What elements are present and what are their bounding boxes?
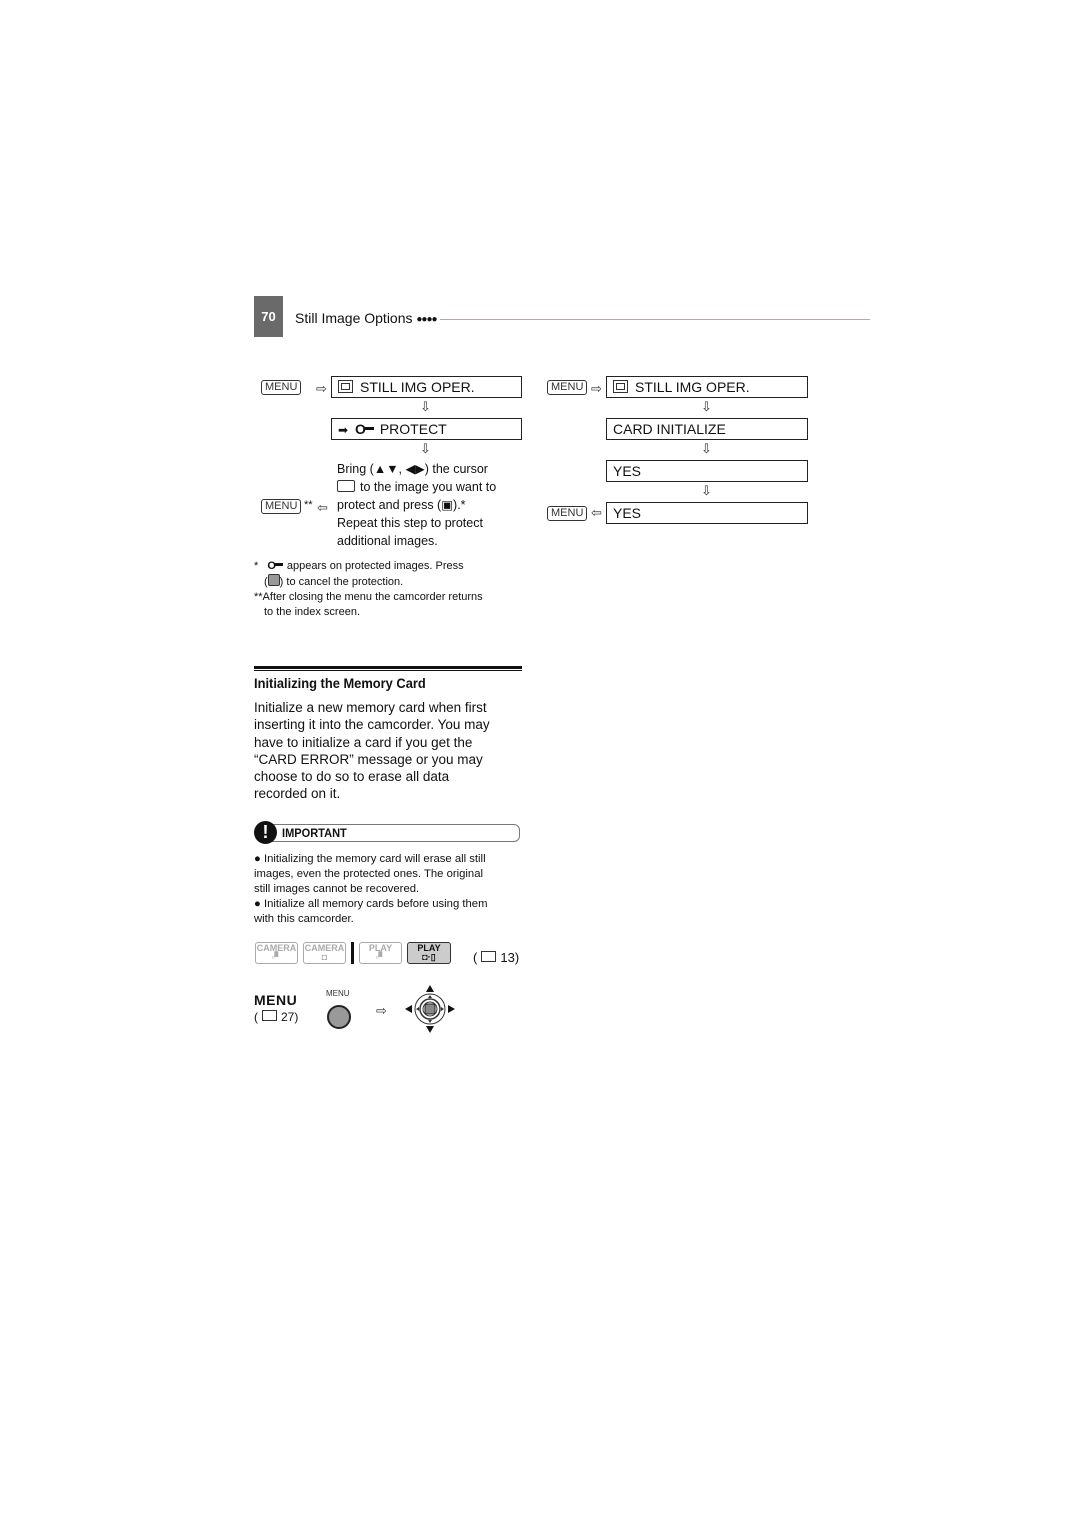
camera-icon: ◘ (321, 952, 328, 962)
arrow-right-icon: ⇨ (316, 381, 327, 396)
paragraph-line: have to initialize a card if you get the (254, 734, 473, 750)
exclamation-icon: ! (254, 821, 277, 844)
important-bullets: ● Initializing the memory card will eras… (254, 852, 534, 927)
instruction-line: Repeat this step to protect (337, 516, 483, 530)
arrow-down-icon: ⇩ (420, 441, 431, 456)
movie-icon: ▫▘ (271, 952, 282, 962)
paragraph-line: recorded on it. (254, 786, 341, 802)
flow-step-label: PROTECT (379, 421, 447, 437)
arrow-down-icon: ⇩ (420, 399, 431, 414)
important-label: IMPORTANT (282, 826, 347, 840)
footnote-2-line-1: **After closing the menu the camcorder r… (254, 591, 483, 603)
flow-box-yes-2: YES (606, 502, 808, 524)
arrow-right-icon: ⇨ (376, 1003, 387, 1018)
bullet-line: images, even the protected ones. The ori… (254, 868, 484, 880)
paragraph-line: Initialize a new memory card when first (254, 700, 487, 715)
flow-box-still-img-oper: STILL IMG OPER. (331, 376, 522, 398)
flow-step-label: STILL IMG OPER. (635, 379, 750, 395)
footnote-1-line-2: () to cancel the protection. (264, 574, 404, 588)
menu-ref-page: (27) (254, 1010, 299, 1024)
mode-separator (351, 942, 354, 964)
key-icon: O (355, 419, 374, 439)
menu-key-icon: MENU (261, 499, 302, 514)
menu-ref-label: MENU (254, 992, 298, 1008)
flow-box-card-initialize: CARD INITIALIZE (606, 418, 808, 440)
section-rule-thick (254, 666, 522, 669)
arrow-left-icon: ⇦ (591, 505, 602, 520)
mode-play-still-active: PLAY ◘·▯ (407, 942, 451, 964)
section-title-text: Still Image Options (295, 310, 413, 326)
footnotes: * Oappears on protected images. Press ()… (254, 559, 534, 620)
menu-key-icon: MENU (547, 506, 588, 521)
mode-page-ref: (13) (473, 950, 520, 965)
paragraph-line: inserting it into the camcorder. You may (254, 717, 490, 733)
instruction-line: protect and press (▣).* (337, 498, 466, 512)
bullet-line: ● Initializing the memory card will eras… (254, 853, 486, 865)
menu-button-caption: MENU (326, 989, 350, 998)
arrow-down-icon: ⇩ (701, 399, 712, 414)
selection-arrow-icon: ➡ (338, 423, 349, 437)
paragraph-line: “CARD ERROR” message or you may (254, 751, 483, 767)
camera-card-icon: ◘·▯ (422, 952, 436, 962)
section-title: Still Image Options ●●●● (295, 310, 438, 326)
mode-camera-still: CAMERA ◘ (303, 942, 346, 964)
menu-key-icon: MENU (261, 380, 302, 395)
bullet-line: still images cannot be recovered. (254, 883, 420, 895)
still-image-icon (613, 380, 628, 393)
cursor-icon (337, 480, 355, 492)
flow-box-yes-1: YES (606, 460, 808, 482)
flow-box-still-img-oper: STILL IMG OPER. (606, 376, 808, 398)
instruction-line: to the image you want to (337, 478, 537, 496)
mode-play-movie: PLAY ▫▘ (359, 942, 402, 964)
header-rule (440, 319, 870, 320)
flow-step-label: STILL IMG OPER. (360, 379, 475, 395)
book-icon (262, 1010, 277, 1021)
menu-key-icon: MENU (547, 380, 588, 395)
instruction-line: additional images. (337, 534, 438, 548)
page-number: 70 (254, 296, 283, 337)
arrow-left-icon: ⇦ (317, 500, 328, 515)
arrow-down-icon: ⇩ (701, 441, 712, 456)
paragraph-line: choose to do so to erase all data (254, 769, 450, 785)
instruction-line: Bring (▲▼, ◀▶) the cursor (337, 462, 488, 476)
bullet-line: with this camcorder. (254, 913, 354, 925)
movie-icon: ▫▘ (375, 952, 386, 962)
double-asterisk-marker: ** (304, 499, 313, 511)
flow-box-protect: ➡ O PROTECT (331, 418, 522, 440)
protect-instructions: Bring (▲▼, ◀▶) the cursor to the image y… (337, 460, 537, 550)
menu-button-icon (327, 1005, 351, 1029)
bullet-line: ● Initialize all memory cards before usi… (254, 898, 488, 910)
section-paragraph: Initialize a new memory card when first … (254, 699, 524, 803)
joystick-icon (405, 985, 455, 1033)
mode-camera-movie: CAMERA ▫▘ (255, 942, 298, 964)
set-button-icon (267, 574, 280, 586)
section-dots: ●●●● (416, 314, 437, 325)
footnote-1-line-1: * Oappears on protected images. Press (254, 559, 464, 574)
key-icon: O (267, 559, 283, 574)
section-heading: Initializing the Memory Card (254, 675, 426, 691)
arrow-down-icon: ⇩ (701, 483, 712, 498)
section-rule-thin (254, 670, 522, 671)
arrow-right-icon: ⇨ (591, 381, 602, 396)
still-image-icon (338, 380, 353, 393)
book-icon (481, 951, 497, 962)
footnote-2-line-2: to the index screen. (264, 606, 361, 618)
